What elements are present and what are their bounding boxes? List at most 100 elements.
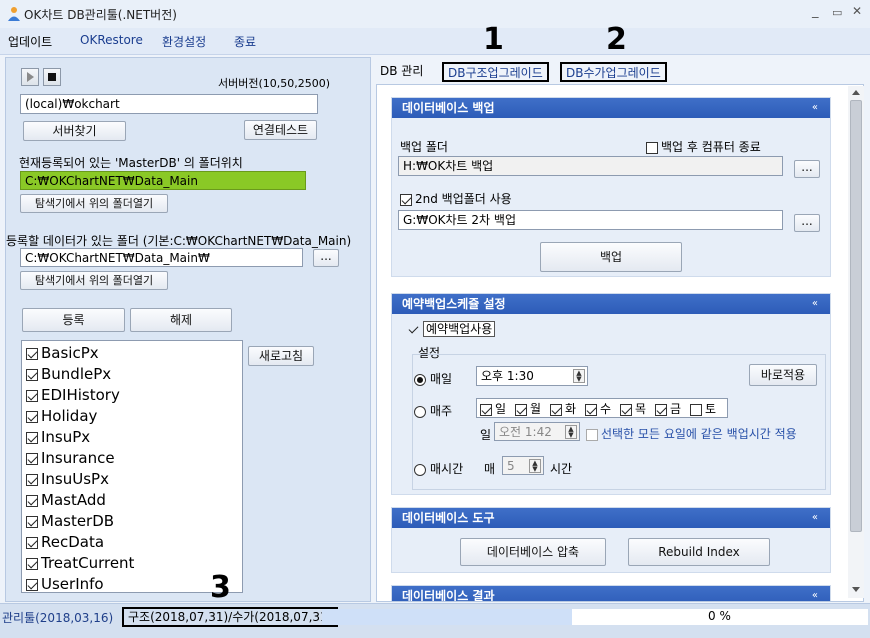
backup-header[interactable]: 데이터베이스 백업 « bbox=[392, 98, 830, 118]
checkbox[interactable] bbox=[620, 403, 632, 416]
second-backup-input[interactable]: G:₩OK차트 2차 백업 bbox=[398, 210, 783, 230]
database-list-item[interactable]: InsuUsPx bbox=[26, 469, 109, 489]
database-name: InsuPx bbox=[41, 428, 91, 446]
weekly-radio[interactable]: 매주 bbox=[414, 402, 452, 419]
play-button[interactable] bbox=[21, 68, 39, 86]
checkbox[interactable] bbox=[26, 389, 38, 402]
checkbox[interactable] bbox=[26, 557, 38, 570]
database-list-item[interactable]: UserInfo bbox=[26, 574, 104, 594]
annotation-2: 2 bbox=[606, 22, 627, 57]
database-list-item[interactable]: TreatCurrent bbox=[26, 553, 134, 573]
weekday-checkbox[interactable]: 월 bbox=[515, 400, 541, 417]
unregister-button[interactable]: 해제 bbox=[130, 308, 232, 332]
weekly-time-input[interactable]: 오전 1:42 ▲ ▼ bbox=[494, 422, 580, 441]
same-time-checkbox[interactable]: 선택한 모든 요일에 같은 백업시간 적용 bbox=[586, 425, 797, 442]
daily-time-input[interactable]: 오후 1:30 ▲ ▼ bbox=[476, 366, 588, 386]
menu-okrestore[interactable]: OKRestore bbox=[80, 33, 143, 47]
tools-header[interactable]: 데이터베이스 도구 « bbox=[392, 508, 830, 528]
spinner-icon[interactable]: ▲ ▼ bbox=[529, 459, 541, 473]
maximize-button[interactable]: ▭ bbox=[832, 6, 842, 19]
open-explorer-button-2[interactable]: 탐색기에서 위의 폴더열기 bbox=[20, 271, 168, 290]
find-server-button[interactable]: 서버찾기 bbox=[23, 121, 126, 141]
collapse-icon[interactable]: « bbox=[812, 586, 818, 601]
schedule-header[interactable]: 예약백업스케쥴 설정 « bbox=[392, 294, 830, 314]
database-list-item[interactable]: BasicPx bbox=[26, 343, 99, 363]
database-list-item[interactable]: Holiday bbox=[26, 406, 97, 426]
checkbox[interactable] bbox=[26, 347, 38, 360]
apply-now-button[interactable]: 바로적용 bbox=[749, 364, 817, 386]
weekday-checkbox[interactable]: 화 bbox=[550, 400, 576, 417]
compress-database-button[interactable]: 데이터베이스 압축 bbox=[460, 538, 606, 566]
collapse-icon[interactable]: « bbox=[812, 508, 818, 528]
checkbox[interactable] bbox=[26, 515, 38, 528]
scroll-up-icon[interactable] bbox=[851, 88, 861, 96]
collapse-icon[interactable]: « bbox=[812, 98, 818, 118]
schedule-use-checkbox[interactable]: 예약백업사용 bbox=[408, 320, 496, 337]
database-name: Holiday bbox=[41, 407, 98, 425]
checkbox[interactable] bbox=[515, 403, 527, 416]
database-list-item[interactable]: InsuPx bbox=[26, 427, 90, 447]
menu-settings[interactable]: 환경설정 bbox=[162, 33, 206, 50]
second-backup-checkbox[interactable]: 2nd 백업폴더 사용 bbox=[400, 190, 512, 207]
register-button[interactable]: 등록 bbox=[22, 308, 125, 332]
database-list-item[interactable]: MasterDB bbox=[26, 511, 114, 531]
tab-db-price-upgrade[interactable]: DB수가업그레이드 bbox=[560, 62, 667, 82]
weekday-checkbox[interactable]: 목 bbox=[620, 400, 646, 417]
checkbox[interactable] bbox=[26, 431, 38, 444]
database-name: RecData bbox=[41, 533, 105, 551]
hourly-radio[interactable]: 매시간 bbox=[414, 460, 463, 477]
second-backup-browse-button[interactable]: ... bbox=[794, 214, 820, 232]
checkbox[interactable] bbox=[26, 452, 38, 465]
weekday-checkbox[interactable]: 수 bbox=[585, 400, 611, 417]
checkbox[interactable] bbox=[655, 403, 667, 416]
schedule-section: 예약백업스케쥴 설정 « 예약백업사용 설정 매일 오후 1:30 ▲ ▼ 바로적용… bbox=[391, 293, 831, 495]
checkbox[interactable] bbox=[690, 403, 702, 416]
checkbox[interactable] bbox=[26, 536, 38, 549]
results-header[interactable]: 데이터베이스 결과 « bbox=[392, 586, 830, 601]
database-list[interactable]: BasicPx BundlePx EDIHistory Holiday InsuPx In… bbox=[21, 340, 243, 593]
database-list-item[interactable]: BundlePx bbox=[26, 364, 111, 384]
checkbox[interactable] bbox=[26, 578, 38, 591]
weekday-checkbox[interactable]: 토 bbox=[690, 400, 716, 417]
shutdown-after-backup-checkbox[interactable]: 백업 후 컴퓨터 종료 bbox=[646, 138, 761, 155]
tab-db-management[interactable]: DB 관리 bbox=[376, 62, 427, 82]
weekday-checkbox[interactable]: 금 bbox=[655, 400, 681, 417]
checkbox[interactable] bbox=[26, 410, 38, 423]
stop-button[interactable] bbox=[43, 68, 61, 86]
connect-test-button[interactable]: 연결테스트 bbox=[244, 120, 317, 140]
right-panel-scrollbar[interactable] bbox=[848, 86, 864, 598]
spinner-icon[interactable]: ▲ ▼ bbox=[573, 369, 585, 383]
backup-folder-input[interactable]: H:₩OK차트 백업 bbox=[398, 156, 783, 176]
scroll-down-icon[interactable] bbox=[851, 586, 861, 594]
checkbox[interactable] bbox=[480, 403, 492, 416]
daily-radio[interactable]: 매일 bbox=[414, 370, 452, 387]
checkbox[interactable] bbox=[26, 494, 38, 507]
database-list-item[interactable]: EDIHistory bbox=[26, 385, 120, 405]
checkbox[interactable] bbox=[26, 473, 38, 486]
backup-button[interactable]: 백업 bbox=[540, 242, 682, 272]
server-input[interactable]: (local)₩okchart bbox=[20, 94, 318, 114]
refresh-button[interactable]: 새로고침 bbox=[248, 346, 314, 366]
checkbox[interactable] bbox=[550, 403, 562, 416]
scroll-thumb[interactable] bbox=[850, 100, 862, 532]
menu-exit[interactable]: 종료 bbox=[234, 33, 256, 50]
database-list-item[interactable]: MastAdd bbox=[26, 490, 106, 510]
open-explorer-button-1[interactable]: 탐색기에서 위의 폴더열기 bbox=[20, 194, 168, 213]
stop-icon bbox=[48, 73, 56, 81]
database-list-item[interactable]: RecData bbox=[26, 532, 104, 552]
hourly-value-input[interactable]: 5 ▲ ▼ bbox=[502, 456, 544, 475]
data-folder-input[interactable]: C:₩OKChartNET₩Data_Main₩ bbox=[20, 248, 303, 267]
menu-update[interactable]: 업데이트 bbox=[8, 33, 52, 50]
close-button[interactable]: ✕ bbox=[852, 4, 862, 18]
spinner-icon[interactable]: ▲ ▼ bbox=[565, 425, 577, 439]
database-list-item[interactable]: Insurance bbox=[26, 448, 115, 468]
checkbox[interactable] bbox=[26, 368, 38, 381]
tab-db-structure-upgrade[interactable]: DB구조업그레이드 bbox=[442, 62, 549, 82]
rebuild-index-button[interactable]: Rebuild Index bbox=[628, 538, 770, 566]
weekday-checkbox[interactable]: 일 bbox=[480, 400, 506, 417]
backup-folder-browse-button[interactable]: ... bbox=[794, 160, 820, 178]
minimize-button[interactable]: _ bbox=[812, 4, 819, 19]
collapse-icon[interactable]: « bbox=[812, 294, 818, 314]
checkbox[interactable] bbox=[585, 403, 597, 416]
data-folder-browse-button[interactable]: ... bbox=[313, 249, 339, 267]
